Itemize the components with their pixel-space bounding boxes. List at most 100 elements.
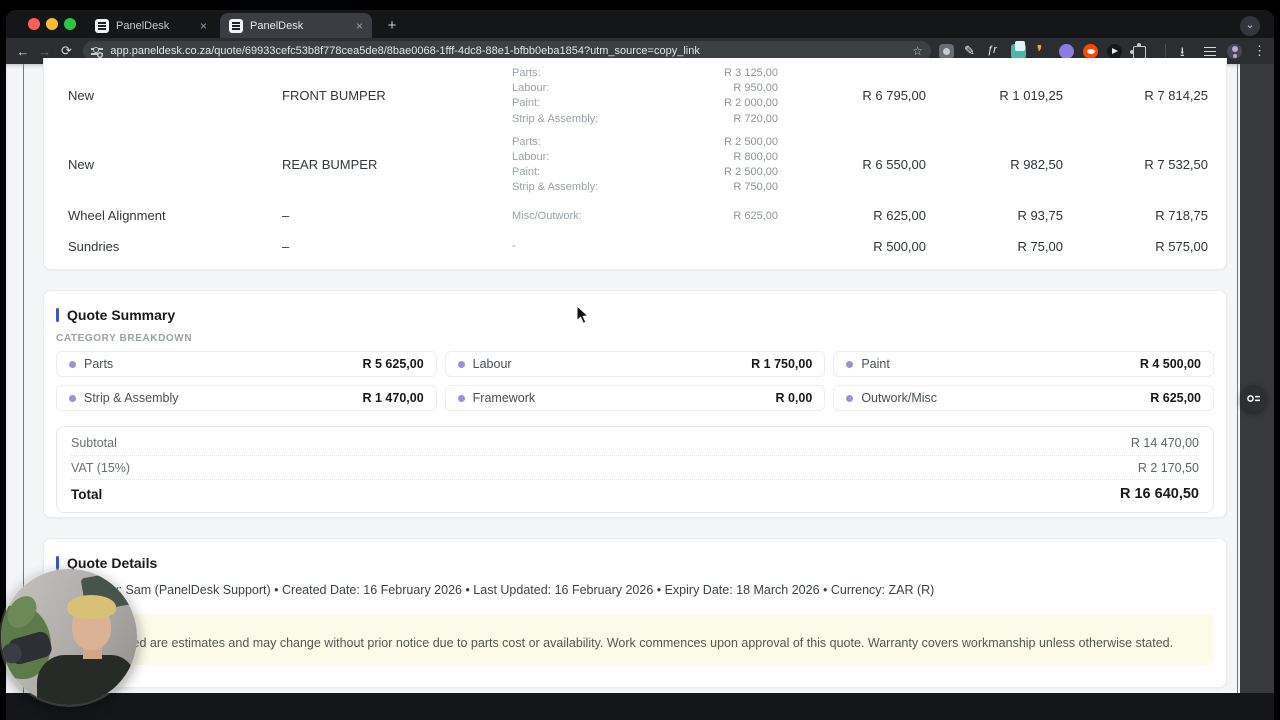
breakdown-value: R 625,00 <box>733 210 778 222</box>
category-value: R 1 750,00 <box>751 357 812 371</box>
quote-actions-fab[interactable] <box>1240 385 1267 412</box>
item-description: – <box>282 239 512 254</box>
category-value: R 4 500,00 <box>1140 357 1201 371</box>
fonts-icon[interactable] <box>987 44 1002 59</box>
breakdown-value: R 720,00 <box>733 113 778 125</box>
subtotal-label: Subtotal <box>71 436 117 450</box>
item-vat: R 93,75 <box>926 208 1063 223</box>
reddit-icon[interactable] <box>1083 44 1098 59</box>
vat-value: R 2 170,50 <box>1138 461 1199 475</box>
category-dot-icon <box>846 395 853 402</box>
reading-list-icon[interactable] <box>1203 44 1218 59</box>
breakdown-label: Strip & Assembly: <box>512 181 598 193</box>
item-breakdown: Parts:R 3 125,00 Labour:R 950,00 Paint:R… <box>512 67 782 125</box>
category-card-framework: Framework R 0,00 <box>445 385 826 411</box>
back-button[interactable]: ← <box>12 44 34 59</box>
breakdown-value: R 2 500,00 <box>724 136 778 148</box>
download-icon[interactable] <box>1179 44 1194 59</box>
category-card-paint: Paint R 4 500,00 <box>833 351 1214 377</box>
menu-kebab-icon[interactable]: ⋮ <box>1253 43 1266 59</box>
breakdown-value: R 750,00 <box>733 181 778 193</box>
breakdown-label: Labour: <box>512 82 549 94</box>
share-border-right <box>1237 64 1238 693</box>
profile-avatar[interactable] <box>1227 44 1242 59</box>
category-card-outwork-misc: Outwork/Misc R 625,00 <box>833 385 1214 411</box>
toolbar-divider <box>1165 44 1166 58</box>
category-name: Strip & Assembly <box>84 391 178 405</box>
forward-button[interactable]: → <box>34 44 56 59</box>
camera-icon[interactable] <box>939 44 954 59</box>
paneldesk-favicon <box>95 19 109 33</box>
category-dot-icon <box>846 361 853 368</box>
tab-strip: PanelDesk × PanelDesk × + ⌄ <box>6 10 1274 38</box>
tab-paneldesk-2-active[interactable]: PanelDesk × <box>220 13 372 38</box>
item-total: R 7 814,25 <box>1063 88 1208 103</box>
dark-reader-icon[interactable] <box>1107 44 1122 59</box>
quote-items-table: New FRONT BUMPER Parts:R 3 125,00 Labour… <box>43 58 1227 270</box>
totals-box: Subtotal R 14 470,00 VAT (15%) R 2 170,5… <box>56 426 1214 513</box>
vat-row: VAT (15%) R 2 170,50 <box>71 455 1199 479</box>
tab-close-icon[interactable]: × <box>200 19 207 33</box>
extensions-row: ⋮ <box>939 43 1274 59</box>
person-shirt <box>37 655 135 705</box>
site-settings-icon[interactable] <box>91 45 103 57</box>
breakdown-label: Misc/Outwork: <box>512 210 582 222</box>
tab-close-icon[interactable]: × <box>356 19 363 33</box>
right-dark-strip <box>1240 64 1274 693</box>
window-close-button[interactable] <box>28 18 40 30</box>
total-label: Total <box>71 487 102 502</box>
tab-title: PanelDesk <box>250 20 349 32</box>
category-value: R 5 625,00 <box>362 357 423 371</box>
bookmark-star-icon[interactable]: ☆ <box>912 44 923 58</box>
accent-bar <box>56 308 59 322</box>
breakdown-label: Parts: <box>512 136 541 148</box>
item-breakdown: Misc/Outwork: R 625,00 <box>512 210 782 222</box>
breakdown-value: R 2 000,00 <box>724 97 778 109</box>
comma-icon[interactable] <box>1035 44 1050 59</box>
disclaimer-text: Prices quoted are estimates and may chan… <box>70 636 1200 650</box>
extensions-puzzle-icon[interactable] <box>1131 44 1146 59</box>
category-card-labour: Labour R 1 750,00 <box>445 351 826 377</box>
category-name: Parts <box>84 357 113 371</box>
item-status: New <box>68 88 282 103</box>
window-minimize-button[interactable] <box>46 18 58 30</box>
item-breakdown: - <box>512 240 782 252</box>
item-amount: R 6 550,00 <box>782 157 926 172</box>
eyedropper-icon[interactable] <box>963 44 978 59</box>
tab-paneldesk-1[interactable]: PanelDesk × <box>86 13 216 38</box>
filter-options-icon <box>1245 390 1262 407</box>
loom-icon[interactable] <box>1059 44 1074 59</box>
category-dot-icon <box>69 395 76 402</box>
item-total: R 7 532,50 <box>1063 157 1208 172</box>
reload-button[interactable]: ⟳ <box>56 43 78 59</box>
quote-details-card: Quote Details Created By: Sam (PanelDesk… <box>43 538 1227 688</box>
item-description: REAR BUMPER <box>282 157 512 172</box>
category-dot-icon <box>69 361 76 368</box>
quote-meta-line: Created By: Sam (PanelDesk Support) • Cr… <box>56 583 1214 597</box>
quote-summary-title: Quote Summary <box>67 307 175 323</box>
quote-page: New FRONT BUMPER Parts:R 3 125,00 Labour… <box>6 64 1274 693</box>
new-tab-button[interactable]: + <box>382 16 402 36</box>
copy-icon[interactable] <box>1011 44 1026 59</box>
category-dot-icon <box>458 361 465 368</box>
window-zoom-button[interactable] <box>64 18 76 30</box>
breakdown-value: R 950,00 <box>733 82 778 94</box>
screen: PanelDesk × PanelDesk × + ⌄ ← → ⟳ app.pa… <box>0 0 1280 720</box>
item-amount: R 6 795,00 <box>782 88 926 103</box>
url-text[interactable]: app.paneldesk.co.za/quote/69933cefc53b8f… <box>110 45 905 57</box>
item-status: Wheel Alignment <box>68 208 282 223</box>
item-description: FRONT BUMPER <box>282 88 512 103</box>
item-status: Sundries <box>68 239 282 254</box>
quote-details-title: Quote Details <box>67 555 157 571</box>
breakdown-label: Strip & Assembly: <box>512 113 598 125</box>
tab-search-button[interactable]: ⌄ <box>1240 16 1260 36</box>
item-amount: R 500,00 <box>782 239 926 254</box>
breakdown-label: Paint: <box>512 97 540 109</box>
category-name: Framework <box>473 391 536 405</box>
quote-summary-card: Quote Summary CATEGORY BREAKDOWN Parts R… <box>43 290 1227 518</box>
subtotal-value: R 14 470,00 <box>1131 436 1199 450</box>
category-name: Paint <box>861 357 890 371</box>
category-card-parts: Parts R 5 625,00 <box>56 351 437 377</box>
accent-bar <box>56 556 59 570</box>
category-value: R 0,00 <box>775 391 812 405</box>
